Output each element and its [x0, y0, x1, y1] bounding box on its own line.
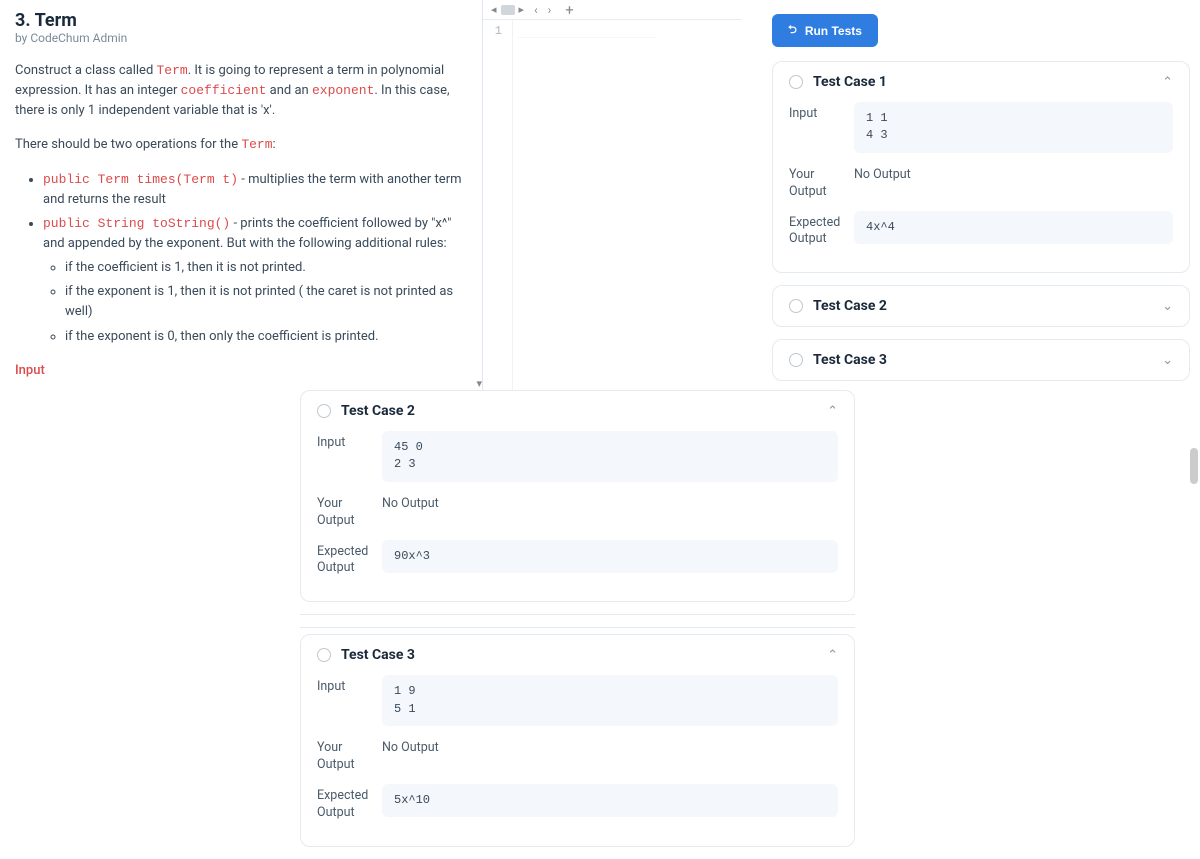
status-circle-icon	[789, 353, 803, 367]
code-method-tostring: public String toString()	[43, 216, 230, 231]
chevron-right-icon[interactable]: ›	[548, 3, 552, 17]
your-output-value: No Output	[382, 736, 838, 755]
chevron-down-icon: ⌄	[1162, 299, 1173, 314]
code-exponent: exponent	[312, 83, 374, 98]
editor-textarea[interactable]	[513, 20, 742, 390]
rule-item: if the exponent is 1, then it is not pri…	[65, 282, 467, 322]
problem-name: Term	[35, 10, 77, 31]
test-case-3-header[interactable]: Test Case 3 ⌃	[301, 635, 854, 675]
test-case-2-header[interactable]: Test Case 2 ⌃	[301, 391, 854, 431]
play-icon: ⮌	[788, 21, 797, 40]
test-input: 1 9 5 1	[382, 675, 838, 726]
your-output-value: No Output	[382, 492, 838, 511]
test-case-3-expanded: Test Case 3 ⌃ Input 1 9 5 1 YourOutput N…	[300, 634, 855, 846]
test-case-title: Test Case 1	[813, 74, 1152, 90]
input-label: Input	[789, 102, 854, 123]
test-case-title: Test Case 3	[813, 352, 1152, 368]
operation-item: public Term times(Term t) - multiplies t…	[43, 170, 467, 210]
status-circle-icon	[789, 299, 803, 313]
chevron-up-icon: ⌃	[1162, 75, 1173, 90]
your-output-label: YourOutput	[317, 492, 382, 530]
test-case-3-header[interactable]: Test Case 3 ⌄	[773, 340, 1189, 380]
overflow-test-cards: Test Case 2 ⌃ Input 45 0 2 3 YourOutput …	[300, 390, 855, 859]
test-case-title: Test Case 3	[341, 647, 817, 663]
tests-panel: Custom Input Output Test Cases ⮌ Run Tes…	[742, 0, 1200, 390]
chevron-left-icon[interactable]: ‹	[534, 3, 538, 17]
editor-body[interactable]: 1	[483, 20, 742, 390]
test-input: 1 1 4 3	[854, 102, 1173, 153]
expected-output-label: ExpectedOutput	[317, 784, 382, 822]
add-tab-button[interactable]: +	[565, 1, 574, 19]
input-label: Input	[317, 675, 382, 696]
expected-output-label: ExpectedOutput	[317, 540, 382, 578]
problem-author: by CodeChum Admin	[15, 31, 467, 45]
expected-output-value: 5x^10	[382, 784, 838, 817]
your-output-label: YourOutput	[317, 736, 382, 774]
code-coefficient: coefficient	[181, 83, 267, 98]
test-case-1-header[interactable]: Test Case 1 ⌃	[773, 62, 1189, 102]
chevron-up-icon: ⌃	[827, 404, 838, 419]
test-case-2-card: Test Case 2 ⌄	[772, 285, 1190, 327]
test-case-2-header[interactable]: Test Case 2 ⌄	[773, 286, 1189, 326]
editor-tabs-bar: ◂ ▸ ‹ › +	[483, 0, 742, 20]
code-term: Term	[157, 63, 188, 78]
run-tests-label: Run Tests	[805, 24, 862, 38]
rule-item: if the exponent is 0, then only the coef…	[65, 327, 467, 347]
problem-title: 3. Term	[15, 10, 467, 31]
status-circle-icon	[317, 648, 331, 662]
problem-body: Construct a class called Term. It is goi…	[15, 61, 467, 390]
problem-number: 3.	[15, 10, 31, 31]
status-circle-icon	[317, 404, 331, 418]
test-case-2-expanded: Test Case 2 ⌃ Input 45 0 2 3 YourOutput …	[300, 390, 855, 602]
expected-output-label: ExpectedOutput	[789, 211, 854, 249]
rule-item: if the coefficient is 1, then it is not …	[65, 258, 467, 278]
status-circle-icon	[789, 75, 803, 89]
editor-gutter: 1	[483, 20, 513, 390]
chevron-up-icon: ⌃	[827, 648, 838, 663]
expected-output-value: 90x^3	[382, 540, 838, 573]
tab-scroller[interactable]: ◂ ▸	[491, 3, 524, 16]
test-case-1-card: Test Case 1 ⌃ Input 1 1 4 3 YourOutput N…	[772, 61, 1190, 273]
chevron-down-icon: ⌄	[1162, 353, 1173, 368]
input-heading: Input	[15, 361, 467, 381]
input-label: Input	[317, 431, 382, 452]
editor-panel: ◂ ▸ ‹ › + 1	[482, 0, 742, 390]
code-term: Term	[241, 137, 272, 152]
test-case-title: Test Case 2	[813, 298, 1152, 314]
your-output-value: No Output	[854, 163, 1173, 182]
your-output-label: YourOutput	[789, 163, 854, 201]
test-case-3-card: Test Case 3 ⌄	[772, 339, 1190, 381]
test-input: 45 0 2 3	[382, 431, 838, 482]
run-tests-button[interactable]: ⮌ Run Tests	[772, 14, 878, 47]
problem-panel: 3. Term by CodeChum Admin Construct a cl…	[0, 0, 482, 390]
scrollbar-thumb[interactable]	[1190, 448, 1198, 484]
page-scrollbar[interactable]	[1190, 390, 1198, 829]
expected-output-value: 4x^4	[854, 211, 1173, 244]
operation-item: public String toString() - prints the co…	[43, 214, 467, 347]
code-method-times: public Term times(Term t)	[43, 172, 238, 187]
line-number: 1	[487, 24, 502, 38]
test-case-title: Test Case 2	[341, 403, 817, 419]
